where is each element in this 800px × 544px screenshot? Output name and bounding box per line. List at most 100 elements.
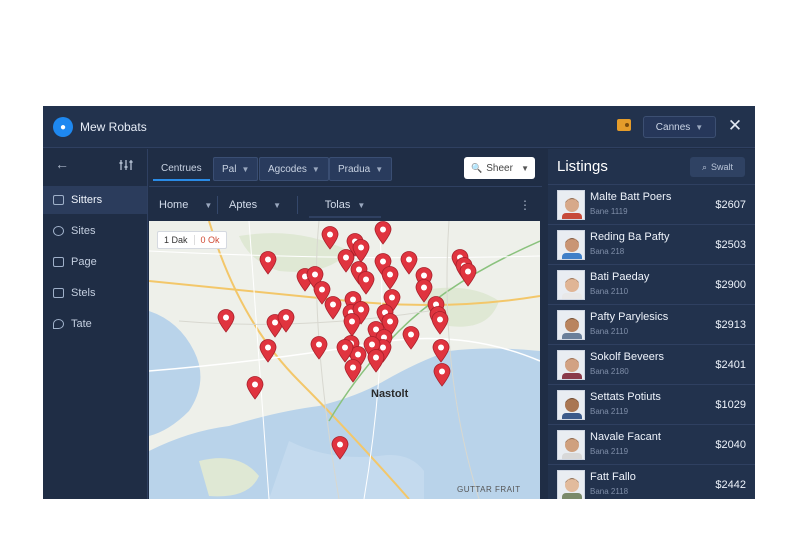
zoom-in-button[interactable]: 1 Dak: [158, 235, 194, 245]
map-pin-icon[interactable]: [310, 336, 328, 360]
chevron-down-icon: ▼: [241, 164, 250, 174]
close-icon[interactable]: ✕: [726, 116, 744, 136]
chevron-down-icon: ▼: [695, 122, 704, 132]
chevron-down-icon: ▼: [375, 164, 384, 174]
listing-row[interactable]: Pafty Parylesics Bana 2110 $2913: [548, 305, 755, 345]
map-pin-icon[interactable]: [344, 359, 362, 383]
sidebar-item-tate[interactable]: Tate: [43, 310, 147, 338]
category-tolas[interactable]: Tolas ▼: [309, 194, 381, 218]
map-pin-icon[interactable]: [217, 309, 235, 333]
map-pin-icon[interactable]: [367, 349, 385, 373]
filter-pradua-dropdown[interactable]: Pradua ▼: [329, 157, 393, 181]
listing-subtitle: Bana 218: [590, 247, 625, 256]
listing-name: Fatt Fallo: [590, 471, 636, 483]
category-bar: Home ▼ Aptes ▼ Tolas ▼ ⋮: [149, 188, 542, 220]
listing-row[interactable]: Reding Ba Pafty Bana 218 $2503: [548, 225, 755, 265]
map-pin-icon[interactable]: [381, 266, 399, 290]
map-pin-icon[interactable]: [402, 326, 420, 350]
map-pin-icon[interactable]: [321, 226, 339, 250]
chevron-down-icon: ▼: [204, 200, 213, 210]
map-pin-icon[interactable]: [259, 251, 277, 275]
map-pin-icon[interactable]: [431, 311, 449, 335]
listing-row[interactable]: Sokolf Beveers Bana 2180 $2401: [548, 345, 755, 385]
app-window: ● Mew Robats Cannes ▼ ✕ ← Sitters Sites …: [43, 106, 755, 499]
map-pin-icon[interactable]: [374, 221, 392, 245]
listing-row[interactable]: Malte Batt Poers Bane 1119 $2607: [548, 185, 755, 225]
listing-price: $1029: [715, 399, 746, 411]
title-bar: ● Mew Robats Cannes ▼ ✕: [43, 106, 755, 148]
sidebar-item-sitters[interactable]: Sitters: [43, 186, 147, 214]
zoom-out-button[interactable]: 0 Ok: [193, 235, 226, 245]
map-pin-icon[interactable]: [324, 296, 342, 320]
listing-price: $2900: [715, 279, 746, 291]
map-pin-icon[interactable]: [432, 339, 450, 363]
filter-agcodes-dropdown[interactable]: Agcodes ▼: [259, 157, 329, 181]
wallet-icon[interactable]: [617, 119, 631, 131]
filter-centrues[interactable]: Centrues: [153, 157, 210, 181]
listings-search-label: Swalt: [711, 162, 734, 172]
chevron-down-icon: ▼: [357, 200, 366, 210]
listing-row[interactable]: Fatt Fallo Bana 2118 $2442: [548, 465, 755, 499]
listing-name: Settats Potiuts: [590, 391, 661, 403]
location-icon: ●: [53, 117, 73, 137]
sidebar-item-stels[interactable]: Stels: [43, 279, 147, 307]
chevron-down-icon: ▼: [273, 200, 282, 210]
listing-row[interactable]: Settats Potiuts Bana 2119 $1029: [548, 385, 755, 425]
sidebar-item-label: Stels: [71, 287, 96, 299]
listing-name: Bati Paeday: [590, 271, 650, 283]
listing-name: Navale Facant: [590, 431, 661, 443]
image-icon: [53, 257, 64, 267]
category-home[interactable]: Home ▼: [159, 194, 212, 216]
avatar: [557, 470, 585, 499]
filter-icon[interactable]: [119, 158, 133, 172]
map-pin-icon[interactable]: [331, 436, 349, 460]
chevron-down-icon: ▼: [521, 163, 529, 173]
listing-name: Reding Ba Pafty: [590, 231, 670, 243]
map-pin-icon[interactable]: [259, 339, 277, 363]
listing-subtitle: Bana 2119: [590, 447, 629, 456]
filter-label: Agcodes: [268, 163, 307, 175]
search-input[interactable]: 🔍 Sheer ▼: [464, 157, 535, 179]
map-pin-icon[interactable]: [433, 363, 451, 387]
sidebar-item-label: Tate: [71, 318, 92, 330]
back-arrow-icon[interactable]: ←: [55, 156, 69, 172]
currency-select[interactable]: Cannes ▼: [643, 116, 716, 138]
search-icon: ⌕: [701, 161, 708, 172]
sidebar-item-label: Page: [71, 256, 97, 268]
sidebar-item-sites[interactable]: Sites: [43, 217, 147, 245]
listing-price: $2040: [715, 439, 746, 451]
listing-subtitle: Bane 1119: [590, 207, 628, 216]
divider: [217, 196, 218, 214]
pin-icon: [53, 319, 64, 329]
currency-label: Cannes: [655, 121, 691, 133]
listings-header: Listings ⌕ Swalt: [548, 149, 755, 185]
listings-title: Listings: [557, 158, 608, 175]
map-pin-icon[interactable]: [459, 263, 477, 287]
listing-subtitle: Bana 2110: [590, 327, 629, 336]
listing-row[interactable]: Navale Facant Bana 2119 $2040: [548, 425, 755, 465]
zoom-control[interactable]: 1 Dak 0 Ok: [157, 231, 227, 249]
map-view[interactable]: 1 Dak 0 Ok Nastolt GUTTAR FRAIT: [149, 221, 540, 499]
sidebar-item-label: Sitters: [71, 194, 103, 206]
more-options-icon[interactable]: ⋮: [519, 198, 531, 212]
avatar: [557, 390, 585, 420]
listings-search-button[interactable]: ⌕ Swalt: [690, 157, 745, 177]
category-aptes[interactable]: Aptes ▼: [229, 194, 281, 216]
map-pin-icon[interactable]: [246, 376, 264, 400]
listing-price: $2607: [715, 199, 746, 211]
category-label: Tolas: [324, 199, 351, 211]
settings-icon: [53, 226, 64, 236]
listing-subtitle: Bana 2180: [590, 367, 629, 376]
city-label: Nastolt: [371, 388, 409, 400]
chevron-down-icon: ▼: [311, 164, 320, 174]
map-pin-icon[interactable]: [277, 309, 295, 333]
listing-subtitle: Bana 2118: [590, 487, 629, 496]
sidebar-item-page[interactable]: Page: [43, 248, 147, 276]
listing-row[interactable]: Bati Paeday Bana 2110 $2900: [548, 265, 755, 305]
map-pin-icon[interactable]: [343, 313, 361, 337]
filter-bar: Centrues Pal ▼ Agcodes ▼ Pradua ▼ 🔍 Shee…: [149, 149, 542, 187]
filter-pal-dropdown[interactable]: Pal ▼: [213, 157, 259, 181]
map-attribution: GUTTAR FRAIT: [457, 485, 521, 494]
avatar: [557, 270, 585, 300]
listing-price: $2442: [715, 479, 746, 491]
